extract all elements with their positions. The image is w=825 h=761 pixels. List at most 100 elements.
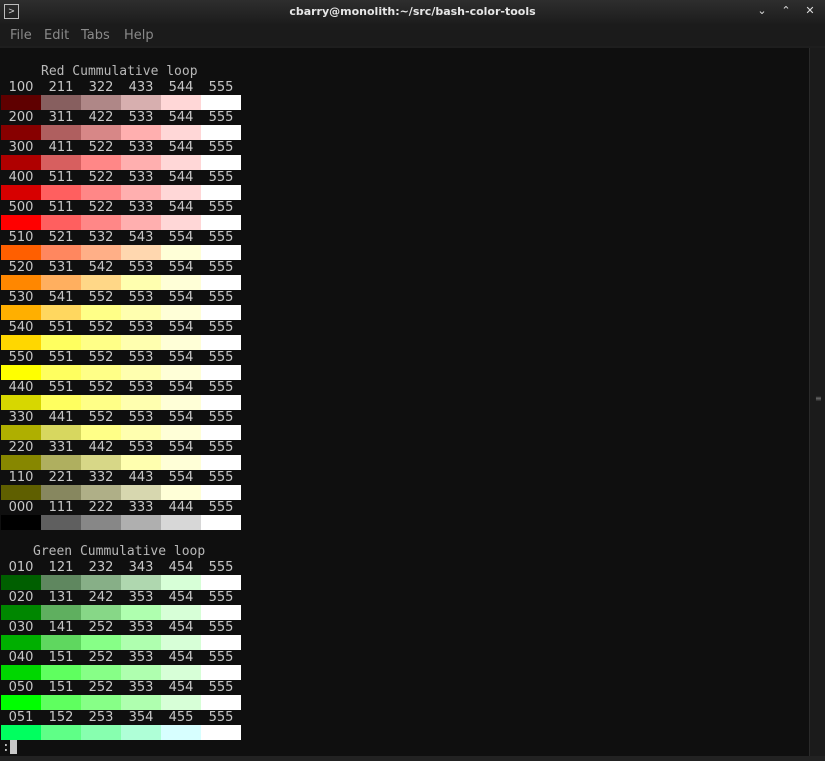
color-code-label: 553 bbox=[128, 380, 154, 395]
color-code-label: 030 bbox=[8, 620, 34, 635]
color-code-label: 400 bbox=[8, 170, 34, 185]
color-swatch bbox=[41, 695, 81, 710]
color-code-label: 555 bbox=[208, 260, 234, 275]
color-swatch bbox=[201, 665, 241, 680]
window-title: cbarry@monolith:~/src/bash-color-tools bbox=[289, 5, 536, 18]
color-swatch bbox=[81, 245, 121, 260]
color-swatch bbox=[1, 155, 41, 170]
color-code-label: 550 bbox=[8, 350, 34, 365]
terminal-output[interactable]: Red Cummulative loop 100 211 322 433 544 555 2… bbox=[0, 48, 809, 756]
color-swatch bbox=[41, 125, 81, 140]
color-code-label: 553 bbox=[128, 440, 154, 455]
color-code-label: 511 bbox=[48, 170, 74, 185]
color-swatch bbox=[1, 245, 41, 260]
color-swatch bbox=[81, 485, 121, 500]
color-code-label: 454 bbox=[168, 650, 194, 665]
color-swatch bbox=[121, 365, 161, 380]
color-code-label: 555 bbox=[208, 170, 234, 185]
title-bar: > cbarry@monolith:~/src/bash-color-tools… bbox=[0, 0, 825, 24]
menu-help[interactable]: Help bbox=[124, 28, 154, 43]
color-swatch bbox=[81, 455, 121, 470]
color-code-label: 555 bbox=[208, 710, 234, 725]
color-swatch bbox=[81, 275, 121, 290]
color-code-label: 544 bbox=[168, 80, 194, 95]
color-code-label: 555 bbox=[208, 110, 234, 125]
color-code-label: 554 bbox=[168, 470, 194, 485]
color-code-label: 510 bbox=[8, 230, 34, 245]
color-code-label: 555 bbox=[208, 290, 234, 305]
color-swatch bbox=[41, 455, 81, 470]
color-swatch bbox=[121, 515, 161, 530]
color-swatch bbox=[121, 575, 161, 590]
color-code-label: 252 bbox=[88, 620, 114, 635]
color-swatch bbox=[1, 215, 41, 230]
color-swatch bbox=[1, 665, 41, 680]
color-swatch bbox=[1, 635, 41, 650]
color-code-label: 555 bbox=[208, 500, 234, 515]
color-code-label: 555 bbox=[208, 440, 234, 455]
color-swatch bbox=[121, 215, 161, 230]
color-swatch bbox=[41, 575, 81, 590]
color-code-label: 555 bbox=[208, 140, 234, 155]
color-code-label: 121 bbox=[48, 560, 74, 575]
color-code-label: 552 bbox=[88, 350, 114, 365]
color-code-label: 555 bbox=[208, 380, 234, 395]
color-swatch bbox=[161, 275, 201, 290]
color-swatch bbox=[1, 95, 41, 110]
menu-file[interactable]: File bbox=[10, 28, 32, 43]
color-code-label: 440 bbox=[8, 380, 34, 395]
color-code-label: 443 bbox=[128, 470, 154, 485]
color-code-label: 252 bbox=[88, 680, 114, 695]
color-code-label: 552 bbox=[88, 290, 114, 305]
color-code-label: 300 bbox=[8, 140, 34, 155]
color-code-label: 541 bbox=[48, 290, 74, 305]
color-code-label: 141 bbox=[48, 620, 74, 635]
color-swatch bbox=[81, 695, 121, 710]
color-swatch bbox=[1, 305, 41, 320]
color-code-label: 131 bbox=[48, 590, 74, 605]
color-code-label: 554 bbox=[168, 230, 194, 245]
color-code-label: 554 bbox=[168, 320, 194, 335]
maximize-button[interactable]: ⌃ bbox=[778, 3, 794, 19]
color-swatch bbox=[121, 245, 161, 260]
color-swatch bbox=[161, 395, 201, 410]
scrollbar-grip-icon[interactable]: ≡ bbox=[815, 395, 822, 403]
color-code-label: 531 bbox=[48, 260, 74, 275]
color-swatch bbox=[81, 605, 121, 620]
color-swatch bbox=[121, 275, 161, 290]
menu-tabs[interactable]: Tabs bbox=[81, 28, 110, 43]
pager-prompt: : bbox=[2, 740, 10, 755]
color-code-label: 530 bbox=[8, 290, 34, 305]
color-swatch bbox=[161, 365, 201, 380]
color-swatch bbox=[121, 425, 161, 440]
color-swatch bbox=[1, 125, 41, 140]
color-code-label: 542 bbox=[88, 260, 114, 275]
color-code-label: 353 bbox=[128, 590, 154, 605]
color-swatch bbox=[81, 425, 121, 440]
color-code-label: 511 bbox=[48, 200, 74, 215]
color-swatch bbox=[121, 485, 161, 500]
color-code-label: 353 bbox=[128, 650, 154, 665]
color-code-label: 533 bbox=[128, 140, 154, 155]
color-swatch bbox=[41, 95, 81, 110]
terminal-scrollbar[interactable]: ≡ bbox=[809, 48, 825, 756]
color-code-label: 555 bbox=[208, 560, 234, 575]
close-button[interactable]: ✕ bbox=[802, 3, 818, 19]
color-code-label: 500 bbox=[8, 200, 34, 215]
color-code-label: 111 bbox=[48, 500, 74, 515]
color-code-label: 422 bbox=[88, 110, 114, 125]
menu-edit[interactable]: Edit bbox=[44, 28, 69, 43]
color-swatch bbox=[161, 665, 201, 680]
color-swatch bbox=[81, 575, 121, 590]
color-swatch bbox=[161, 725, 201, 740]
color-swatch bbox=[41, 725, 81, 740]
color-swatch bbox=[161, 425, 201, 440]
color-code-label: 200 bbox=[8, 110, 34, 125]
color-swatch bbox=[41, 515, 81, 530]
color-swatch bbox=[41, 665, 81, 680]
color-code-label: 544 bbox=[168, 200, 194, 215]
color-swatch bbox=[41, 155, 81, 170]
color-swatch bbox=[41, 245, 81, 260]
minimize-button[interactable]: ⌄ bbox=[754, 3, 770, 19]
color-code-label: 050 bbox=[8, 680, 34, 695]
